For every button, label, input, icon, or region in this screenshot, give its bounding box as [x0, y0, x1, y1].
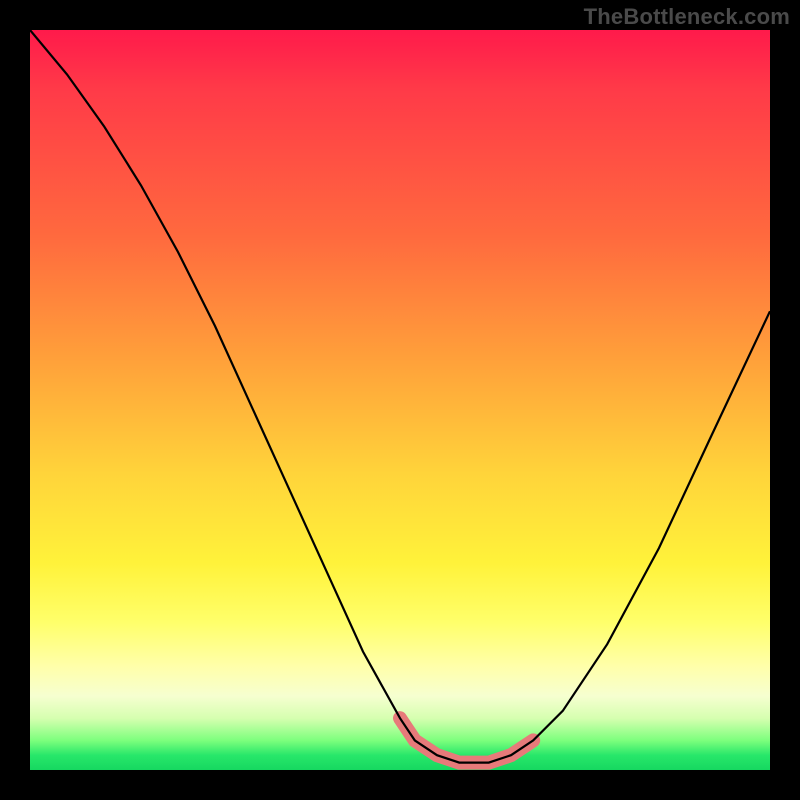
chart-container: TheBottleneck.com — [0, 0, 800, 800]
watermark-text: TheBottleneck.com — [584, 4, 790, 30]
optimal-range-highlight — [400, 718, 533, 762]
plot-area — [30, 30, 770, 770]
curve-layer — [30, 30, 770, 770]
bottleneck-curve — [30, 30, 770, 763]
